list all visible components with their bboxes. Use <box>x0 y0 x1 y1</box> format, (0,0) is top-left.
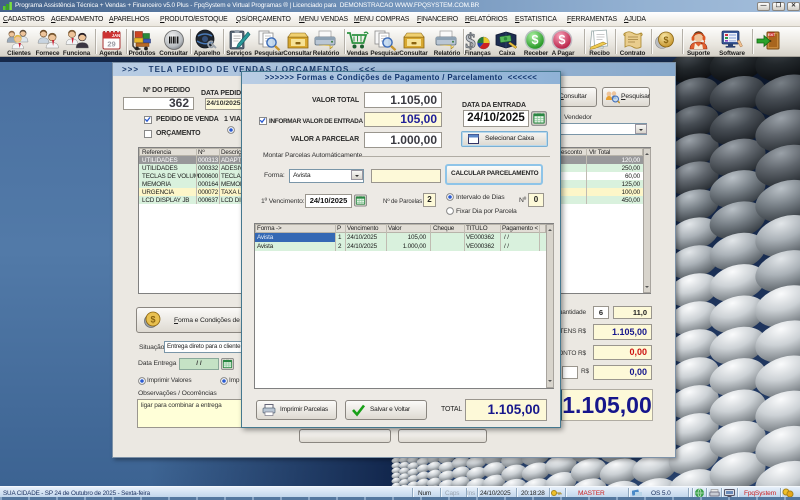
svg-text:29: 29 <box>107 39 115 48</box>
svg-text:$: $ <box>465 29 476 51</box>
svg-text:$: $ <box>532 33 539 47</box>
svg-text:EXIT: EXIT <box>768 32 775 36</box>
svg-text:$: $ <box>150 315 155 325</box>
svg-text:JAN: JAN <box>111 33 119 38</box>
svg-text:$: $ <box>559 33 566 47</box>
svg-text:$: $ <box>663 35 668 45</box>
